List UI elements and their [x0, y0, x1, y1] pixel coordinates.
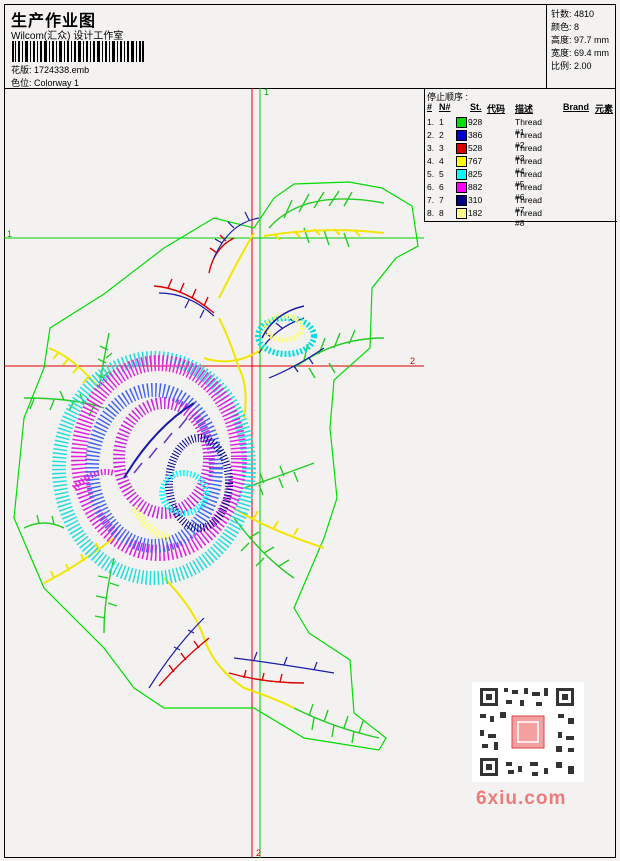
color-swatch [456, 143, 467, 154]
bud [255, 305, 317, 357]
row-n: 4 [439, 156, 444, 166]
row-code: 882 [468, 182, 483, 192]
row-desc: Thread #8 [515, 208, 542, 228]
color-swatch [456, 156, 467, 167]
col-header-desc: 描述 [515, 104, 534, 114]
color-swatch [456, 182, 467, 193]
design-scale: 比例: 2.00 [551, 61, 592, 71]
row-index: 2. [427, 130, 435, 140]
qr-code [472, 682, 584, 782]
row-code: 767 [468, 156, 483, 166]
green-leaves [23, 190, 385, 744]
row-index: 3. [427, 143, 435, 153]
color-swatch [456, 130, 467, 141]
design-value: 1724338.emb [34, 65, 90, 75]
header-panel: 生产作业图 Wilcom(汇众) 设计工作室 花版: 1724338.emb 色… [4, 4, 616, 89]
row-index: 1. [427, 117, 435, 127]
colorway-value: Colorway 1 [34, 78, 80, 88]
guide-label-h-left: 1 [7, 229, 13, 239]
row-code: 825 [468, 169, 483, 179]
row-n: 6 [439, 182, 444, 192]
row-code: 528 [468, 143, 483, 153]
row-code: 386 [468, 130, 483, 140]
row-index: 8. [427, 208, 435, 218]
color-swatch [456, 117, 467, 128]
guide-label-h-right: 2 [410, 356, 416, 366]
col-header-element: 元素 [595, 104, 614, 114]
company-name: Wilcom(汇众) 设计工作室 [11, 31, 124, 42]
guide-label-v-bottom: 2 [256, 848, 262, 858]
design-height: 高度: 97.7 mm [551, 35, 610, 45]
design-file-line: 花版: 1724338.emb [11, 63, 89, 76]
design-label: 花版: [11, 65, 32, 75]
color-swatch [456, 195, 467, 206]
col-header-st: St. [470, 102, 482, 112]
color-swatch [456, 169, 467, 180]
color-swatch [456, 208, 467, 219]
col-header-code: 代码 [487, 104, 506, 114]
row-n: 1 [439, 117, 444, 127]
row-index: 6. [427, 182, 435, 192]
col-header-brand: Brand [563, 102, 590, 112]
row-n: 8 [439, 208, 444, 218]
row-n: 2 [439, 130, 444, 140]
row-n: 7 [439, 195, 444, 205]
colorway-label: 色位: [11, 78, 32, 88]
color-count: 颜色: 8 [551, 22, 580, 32]
stop-sequence-panel: 停止顺序 : # N# St. 代码 描述 Brand 元素 1. 1 928 … [424, 88, 617, 228]
guide-label-v-top: 1 [264, 87, 270, 97]
col-header-n: N# [439, 102, 451, 112]
row-n: 5 [439, 169, 444, 179]
stitch-count: 针数: 4810 [551, 9, 595, 19]
main-flower [52, 351, 256, 585]
row-n: 3 [439, 143, 444, 153]
row-index: 7. [427, 195, 435, 205]
row-index: 5. [427, 169, 435, 179]
barcode [12, 41, 144, 62]
stats-panel: 针数: 4810 颜色: 8 高度: 97.7 mm 宽度: 69.4 mm 比… [546, 4, 617, 89]
row-code: 182 [468, 208, 483, 218]
row-code: 928 [468, 117, 483, 127]
design-width: 宽度: 69.4 mm [551, 48, 610, 58]
row-index: 4. [427, 156, 435, 166]
row-code: 310 [468, 195, 483, 205]
design-outline [13, 181, 419, 751]
embroidery-design [4, 88, 424, 858]
watermark-text: 6xiu.com [476, 788, 567, 809]
col-header-num: # [427, 102, 433, 112]
